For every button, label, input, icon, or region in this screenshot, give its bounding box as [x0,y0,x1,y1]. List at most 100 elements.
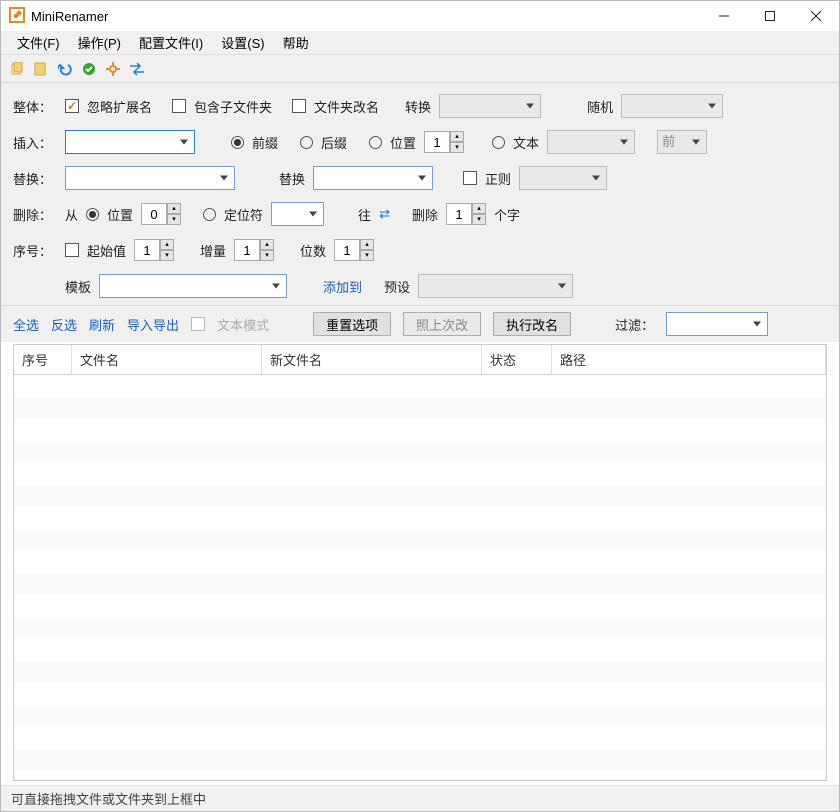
gear-icon[interactable] [105,61,121,77]
table-row [14,419,826,441]
seq-step-value[interactable] [234,239,260,261]
insert-text-radio[interactable] [492,136,505,149]
spin-down[interactable]: ▾ [472,214,486,225]
preset-combo[interactable] [418,274,573,298]
text-mode-checkbox[interactable] [191,317,205,331]
spin-up[interactable]: ▴ [167,203,181,214]
menu-config[interactable]: 配置文件(I) [131,31,211,54]
insert-text-select[interactable] [547,130,635,154]
table-row [14,507,826,529]
spin-down[interactable]: ▾ [160,250,174,261]
include-sub-checkbox[interactable] [172,99,186,113]
spin-down[interactable]: ▾ [360,250,374,261]
replace-from-combo[interactable] [65,166,235,190]
regex-checkbox[interactable] [463,171,477,185]
status-bar: 可直接拖拽文件或文件夹到上框中 [1,785,839,811]
table-row [14,529,826,551]
table-row [14,441,826,463]
insert-text-label: 文本 [513,133,539,152]
ignore-ext-label: 忽略扩展名 [87,97,152,116]
replace-row: 替换： 替换 正则 [13,165,827,191]
remove-count-label: 删除 [412,205,438,224]
rename-folder-checkbox[interactable] [292,99,306,113]
insert-prefix-radio[interactable] [231,136,244,149]
repeat-last-button[interactable]: 照上次改 [403,312,481,336]
remove-locator-radio[interactable] [203,208,216,221]
maximize-button[interactable] [747,1,793,31]
menu-settings[interactable]: 设置(S) [213,31,272,54]
col-index[interactable]: 序号 [14,345,72,374]
minimize-button[interactable] [701,1,747,31]
table-row [14,705,826,727]
filter-combo[interactable] [666,312,768,336]
remove-label: 删除： [13,205,57,224]
insert-position-value[interactable] [424,131,450,153]
action-bar: 全选 反选 刷新 导入导出 文本模式 重置选项 照上次改 执行改名 过滤： [1,305,839,342]
seq-start-checkbox[interactable] [65,243,79,257]
col-newname[interactable]: 新文件名 [262,345,482,374]
file-table[interactable]: 序号 文件名 新文件名 状态 路径 [13,344,827,781]
insert-text-combo[interactable] [65,130,195,154]
spin-up[interactable]: ▴ [260,239,274,250]
reset-button[interactable]: 重置选项 [313,312,391,336]
seq-step-spin[interactable]: ▴▾ [234,239,274,261]
seq-start-value[interactable] [134,239,160,261]
remove-position-radio[interactable] [86,208,99,221]
random-combo[interactable] [621,94,723,118]
ignore-ext-checkbox[interactable] [65,99,79,113]
insert-front-combo[interactable]: 前 [657,130,707,154]
add-to-link[interactable]: 添加到 [323,277,362,296]
spin-up[interactable]: ▴ [160,239,174,250]
import-export-link[interactable]: 导入导出 [127,315,179,334]
col-status[interactable]: 状态 [482,345,552,374]
remove-count-spin[interactable]: ▴▾ [446,203,486,225]
menu-bar: 文件(F) 操作(P) 配置文件(I) 设置(S) 帮助 [1,31,839,55]
spin-up[interactable]: ▴ [472,203,486,214]
seq-digits-value[interactable] [334,239,360,261]
menu-file[interactable]: 文件(F) [9,31,68,54]
template-row: 模板 添加到 预设 [13,273,827,299]
seq-row: 序号： 起始值 ▴▾ 增量 ▴▾ 位数 ▴▾ [13,237,827,263]
apply-icon[interactable] [81,61,97,77]
spin-down[interactable]: ▾ [260,250,274,261]
table-row [14,749,826,771]
regex-combo[interactable] [519,166,607,190]
convert-combo[interactable] [439,94,541,118]
undo-icon[interactable] [57,61,73,77]
seq-digits-spin[interactable]: ▴▾ [334,239,374,261]
random-label: 随机 [587,97,613,116]
remove-position-spin[interactable]: ▴▾ [141,203,181,225]
insert-position-spin[interactable]: ▴▾ [424,131,464,153]
invert-link[interactable]: 反选 [51,315,77,334]
copy-icon[interactable] [9,61,25,77]
spin-up[interactable]: ▴ [360,239,374,250]
table-row [14,661,826,683]
col-path[interactable]: 路径 [552,345,826,374]
spin-up[interactable]: ▴ [450,131,464,142]
close-button[interactable] [793,1,839,31]
remove-to: 往 [358,205,371,224]
swap-icon[interactable] [129,61,145,77]
col-filename[interactable]: 文件名 [72,345,262,374]
paste-icon[interactable] [33,61,49,77]
global-row: 整体： 忽略扩展名 包含子文件夹 文件夹改名 转换 随机 [13,93,827,119]
insert-position-radio[interactable] [369,136,382,149]
template-combo[interactable] [99,274,287,298]
refresh-link[interactable]: 刷新 [89,315,115,334]
remove-count-value[interactable] [446,203,472,225]
direction-arrow-icon[interactable]: ⇄ [379,206,390,222]
table-row [14,683,826,705]
spin-down[interactable]: ▾ [167,214,181,225]
insert-label: 插入： [13,133,57,152]
remove-position-value[interactable] [141,203,167,225]
spin-down[interactable]: ▾ [450,142,464,153]
status-text: 可直接拖拽文件或文件夹到上框中 [11,789,206,808]
insert-suffix-radio[interactable] [300,136,313,149]
menu-help[interactable]: 帮助 [275,31,317,54]
remove-locator-combo[interactable] [271,202,324,226]
menu-operate[interactable]: 操作(P) [70,31,129,54]
seq-start-spin[interactable]: ▴▾ [134,239,174,261]
select-all-link[interactable]: 全选 [13,315,39,334]
execute-button[interactable]: 执行改名 [493,312,571,336]
replace-to-combo[interactable] [313,166,433,190]
